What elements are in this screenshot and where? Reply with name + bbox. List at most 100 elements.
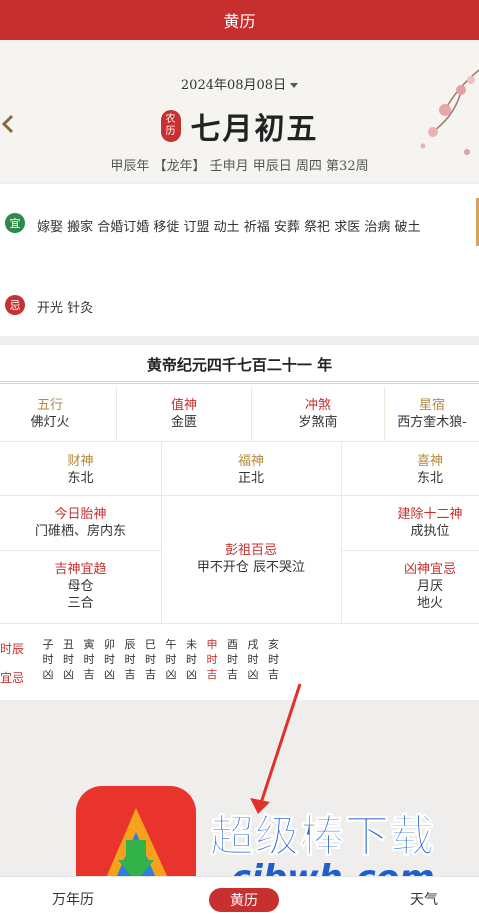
date-selector[interactable]: 2024年08月08日: [0, 74, 479, 93]
hour-column: 辰时吉: [123, 637, 137, 682]
taishen-label: 今日胎神: [54, 507, 107, 522]
grid-line: [116, 387, 117, 441]
ganzhi-line: 甲辰年 【龙年】 壬申月 甲辰日 周四 第32周: [110, 159, 369, 174]
page: 黄历 2024年08月08日 农 历 七月初五 甲辰年 【龙年】 壬申月 甲辰日…: [0, 0, 479, 916]
hour-shi: 时: [247, 653, 259, 666]
grid-line: [384, 387, 385, 441]
xishen-label: 喜神: [416, 454, 443, 469]
pengzu-value: 甲不开仓 辰不哭泣: [196, 560, 306, 575]
hour-branch: 亥: [268, 638, 279, 651]
hour-column: 寅时吉: [82, 637, 96, 682]
fushen-label: 福神: [237, 454, 264, 469]
hour-shi: 时: [227, 653, 238, 666]
date-card: 2024年08月08日 农 历 七月初五 甲辰年 【龙年】 壬申月 甲辰日 周四…: [0, 42, 479, 182]
pointer-arrow-icon: [250, 683, 302, 814]
pengzu-label: 彭祖百忌: [224, 543, 277, 558]
plum-blossom-decoration-icon: [420, 69, 479, 155]
wuxing-label: 五行: [36, 398, 63, 413]
hour-shi: 时: [124, 653, 136, 666]
lunar-date-title: 七月初五: [190, 112, 319, 147]
hour-column: 丑时凶: [62, 637, 76, 682]
hour-column: 巳时吉: [144, 637, 158, 682]
hour-branch: 戌: [247, 638, 259, 651]
hour-luck: 吉: [124, 668, 136, 681]
jishen-label: 吉神宜趋: [54, 562, 107, 577]
hour-shi: 时: [63, 653, 74, 666]
caishen-value: 东北: [67, 471, 94, 486]
shichen-label: 时辰: [0, 642, 25, 656]
chongsha-cell: 冲煞 岁煞南: [252, 397, 384, 431]
hour-column: 未时凶: [185, 637, 199, 682]
caishen-cell: 财神 东北: [0, 453, 161, 487]
hour-luck: 凶: [42, 668, 54, 681]
pengzu-cell: 彭祖百忌 甲不开仓 辰不哭泣: [161, 542, 341, 576]
app-header: 黄历: [0, 0, 479, 40]
hour-shi: 时: [145, 653, 156, 666]
hour-luck: 凶: [63, 668, 74, 681]
jianchu-value: 成执位: [410, 524, 450, 539]
lunar-date-row: 农 历 七月初五: [0, 104, 479, 148]
xingsu-cell: 星宿 西方奎木狼-: [385, 397, 479, 431]
hour-column: 子时凶: [41, 637, 55, 682]
taishen-cell: 今日胎神 门碓栖、房内东: [0, 506, 161, 540]
xishen-cell: 喜神 东北: [341, 453, 479, 487]
yiji-card: 宜 嫁娶 搬家 合婚订婚 移徙 订盟 动土 祈福 安葬 祭祀 求医 治病 破土 …: [0, 184, 479, 336]
hour-shi: 时: [83, 653, 95, 666]
ji-text: 开光 针灸: [37, 301, 94, 316]
grid-line: [341, 550, 479, 551]
hour-column: 卯时凶: [103, 637, 117, 682]
nav-huangli-active[interactable]: 黄历: [209, 888, 279, 912]
header-title: 黄历: [223, 12, 256, 31]
hour-luck: 吉: [145, 668, 156, 681]
nav-tianqi[interactable]: 天气: [410, 889, 438, 909]
xingsu-value: 西方奎木狼-: [397, 415, 467, 430]
ji-badge: 忌: [5, 295, 25, 315]
hour-branch: 酉: [227, 638, 238, 651]
jishen-value-2: 三合: [67, 596, 94, 611]
hour-shi: 时: [186, 653, 197, 666]
xingsu-label: 星宿: [418, 398, 445, 413]
hour-branch: 辰: [124, 638, 136, 651]
zhishen-value: 金匮: [170, 415, 197, 430]
date-selector-text[interactable]: 2024年08月08日: [181, 78, 286, 93]
hour-branch: 巳: [145, 638, 156, 651]
chongsha-label: 冲煞: [304, 398, 331, 413]
yi-text: 嫁娶 搬家 合婚订婚 移徙 订盟 动土 祈福 安葬 祭祀 求医 治病 破土: [37, 220, 421, 235]
hour-column: 酉时吉: [226, 637, 240, 682]
xiongshen-value-1: 月厌: [416, 579, 443, 594]
yiji-hours-label: 宜忌: [0, 671, 25, 685]
hour-branch: 子: [42, 638, 54, 651]
hour-luck: 凶: [104, 668, 115, 681]
taishen-value: 门碓栖、房内东: [34, 524, 126, 539]
hour-branch: 卯: [104, 638, 115, 651]
chevron-down-icon[interactable]: [290, 83, 299, 88]
era-title: 黄帝纪元四千七百二十一 年: [146, 356, 333, 374]
hour-shi: 时: [165, 653, 177, 666]
nav-wannianli[interactable]: 万年历: [52, 889, 94, 909]
fushen-cell: 福神 正北: [161, 453, 341, 487]
hour-shi: 时: [206, 653, 218, 666]
hour-shi: 时: [42, 653, 54, 666]
grid-line: [251, 387, 252, 441]
xiongshen-cell: 凶神宜忌 月厌 地火: [341, 561, 479, 612]
xishen-value: 东北: [416, 471, 443, 486]
chongsha-value: 岁煞南: [298, 415, 338, 430]
era-divider: [0, 381, 479, 384]
nongli-char-2: 历: [165, 126, 176, 137]
hour-branch: 寅: [83, 638, 95, 651]
hour-luck: 吉: [227, 668, 238, 681]
hour-branch: 未: [186, 638, 197, 651]
hour-column: 戌时凶: [246, 637, 260, 682]
nongli-char-1: 农: [165, 114, 176, 125]
caishen-label: 财神: [67, 454, 94, 469]
hour-column: 午时凶: [164, 637, 178, 682]
hour-luck: 吉: [83, 668, 95, 681]
nongli-seal-badge: 农 历: [160, 110, 181, 142]
hour-column: 申时吉: [205, 637, 219, 682]
hour-luck: 凶: [186, 668, 197, 681]
wuxing-cell: 五行 佛灯火: [0, 397, 100, 431]
fushen-value: 正北: [237, 471, 264, 486]
hour-branch: 丑: [63, 638, 74, 651]
hour-column: 亥时吉: [267, 637, 281, 682]
wuxing-value: 佛灯火: [30, 415, 70, 430]
